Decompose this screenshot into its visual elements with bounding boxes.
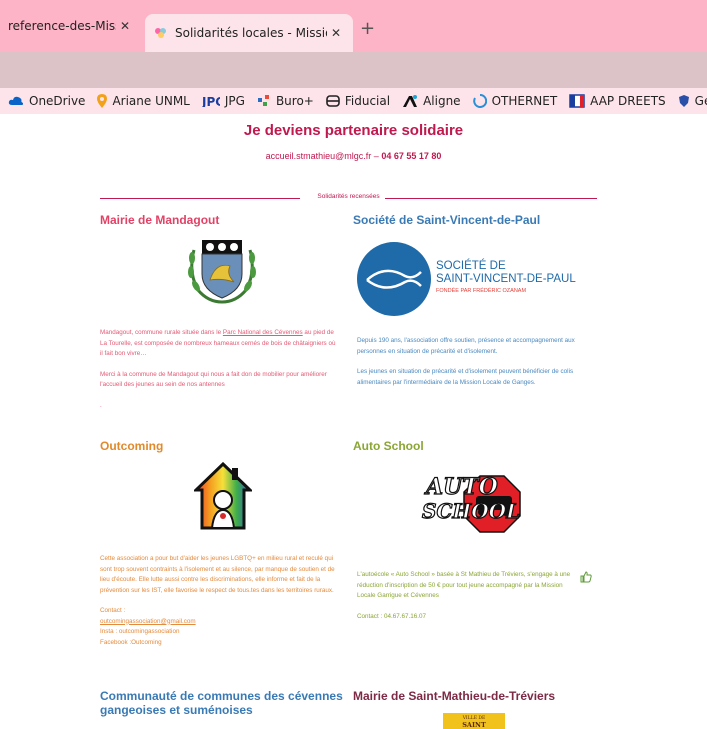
smt-logo-image: VILLE DE SAINT MATHIEU [443, 713, 505, 729]
thumbs-up-icon[interactable] [580, 570, 592, 588]
section-divider: Solidarités recensées [100, 193, 597, 203]
bookmark-label: AAP DREETS [590, 94, 666, 108]
svp-logo-line2: SAINT-VINCENT-DE-PAUL [436, 273, 576, 285]
bookmarks-bar: OneDrive Ariane UNML JPG JPG Buro+ Fiduc… [0, 88, 707, 114]
tab-solidarites[interactable]: Solidarités locales - Mission Loc ✕ [145, 14, 353, 52]
bookmark-label: OneDrive [29, 94, 86, 108]
tab-title: reference-des-Missio [8, 19, 116, 33]
bookmark-label: Fiducial [344, 94, 391, 108]
facebook-text: Facebook :Outcoming [100, 638, 162, 646]
close-tab-icon[interactable]: ✕ [116, 19, 134, 33]
bookmark-label: Ariane UNML [112, 94, 190, 108]
card-text-svp: Depuis 190 ans, l'association offre sout… [357, 336, 595, 398]
card-title-outcoming: Outcoming [100, 439, 164, 453]
contact-phone: 04 67 55 17 80 [381, 151, 442, 161]
aligne-icon [402, 94, 418, 108]
favicon-icon [153, 25, 169, 41]
bookmark-buro[interactable]: Buro+ [257, 94, 314, 108]
buro-icon [257, 94, 271, 108]
autoschool-contact: Contact : 04.67.67.16.07 [357, 612, 426, 620]
page-title: Je deviens partenaire solidaire [243, 122, 464, 139]
bookmark-geomilo[interactable]: Géomilo [678, 94, 707, 108]
fiducial-icon [326, 95, 340, 107]
text-fragment: Mandagout, commune rurale située dans le [100, 329, 223, 336]
new-tab-button[interactable]: + [360, 18, 375, 39]
bookmark-onedrive[interactable]: OneDrive [8, 94, 85, 108]
smt-logo-line2: SAINT MATHIEU [462, 721, 486, 729]
othernet-icon [472, 94, 487, 108]
bookmark-othernet[interactable]: OTHERNET [472, 94, 558, 108]
close-tab-icon[interactable]: ✕ [327, 26, 345, 40]
svg-text:JPG: JPG [202, 95, 220, 107]
tab-title: Solidarités locales - Mission Loc [175, 26, 327, 40]
bookmark-label: Aligne [423, 94, 461, 108]
address-bar-area[interactable] [0, 52, 707, 88]
outcoming-logo-image [192, 461, 254, 537]
card-text-outcoming: Cette association a pour but d'aider les… [100, 554, 338, 648]
title-line: Communauté de communes des cévennes [100, 689, 343, 703]
bookmark-aap-dreets[interactable]: AAP DREETS [569, 94, 666, 108]
bookmark-label: JPG [224, 94, 245, 108]
bookmark-jpg[interactable]: JPG JPG [202, 94, 245, 108]
autoschool-logo-bottom: SCHOOL [421, 499, 521, 523]
bookmark-label: OTHERNET [491, 94, 558, 108]
instagram-text: Insta : outcomingassociation [100, 628, 180, 635]
pin-icon [97, 94, 108, 108]
contact-line: accueil.stmathieu@mlgc.fr – 04 67 55 17 … [0, 151, 707, 161]
contact-separator: – [371, 151, 382, 161]
svp-logo-line3: FONDÉE PAR FRÉDÉRIC OZANAM [436, 288, 527, 294]
svp-logo-image [357, 242, 431, 316]
card-title-svp: Société de Saint-Vincent-de-Paul [353, 213, 541, 227]
svp-logo-line1: SOCIÉTÉ DE [436, 260, 506, 272]
card-title-smt: Mairie de Saint-Mathieu-de-Tréviers [353, 689, 556, 703]
paragraph: . [100, 401, 102, 409]
browser-tab-strip: reference-des-Missio ✕ Solidarités local… [0, 0, 707, 52]
dreets-icon [569, 94, 585, 108]
page-content: Je deviens partenaire solidaire accueil.… [0, 114, 707, 729]
paragraph: Merci à la commune de Mandagout qui nous… [100, 370, 327, 389]
jpg-icon: JPG [202, 95, 220, 107]
svp-logo-text: SOCIÉTÉ DE SAINT-VINCENT-DE-PAUL FONDÉE … [436, 260, 576, 294]
bookmark-label: Buro+ [275, 94, 314, 108]
contact-email-link[interactable]: accueil.stmathieu@mlgc.fr [266, 151, 372, 161]
bookmark-aligne[interactable]: Aligne [402, 94, 461, 108]
mandagout-coat-of-arms-image [186, 238, 258, 309]
card-text-autoschool: L'autoécole « Auto School » basée à St M… [357, 570, 572, 632]
card-text-mandagout: Mandagout, commune rurale située dans le… [100, 328, 338, 421]
section-label: Solidarités recensées [313, 193, 384, 200]
paragraph: Depuis 190 ans, l'association offre sout… [357, 337, 575, 355]
shield-icon [678, 94, 690, 108]
paragraph: Cette association a pour but d'aider les… [100, 555, 335, 594]
bookmark-fiducial[interactable]: Fiducial [326, 94, 390, 108]
tab-reference[interactable]: reference-des-Missio ✕ [0, 10, 142, 42]
cloud-icon [8, 95, 24, 107]
outcoming-email-link[interactable]: outcomingassociation@gmail.com [100, 618, 196, 625]
paragraph: Les jeunes en situation de précarité et … [357, 368, 574, 386]
contact-label: Contact : [100, 607, 126, 614]
autoschool-logo-top: AUTO [425, 474, 498, 500]
title-line: gangeoises et suménoises [100, 703, 253, 717]
card-title-autoschool: Auto School [353, 439, 424, 453]
paragraph: L'autoécole « Auto School » basée à St M… [357, 571, 571, 599]
bookmark-label: Géomilo [694, 94, 707, 108]
parc-national-link[interactable]: Parc National des Cévennes [223, 329, 303, 336]
card-title-mandagout: Mairie de Mandagout [100, 213, 220, 227]
card-title-ccgs: Communauté de communes des cévennes gang… [100, 689, 343, 717]
bookmark-ariane[interactable]: Ariane UNML [97, 94, 190, 108]
autoschool-logo-image: AUTO SCHOOL [420, 470, 530, 545]
